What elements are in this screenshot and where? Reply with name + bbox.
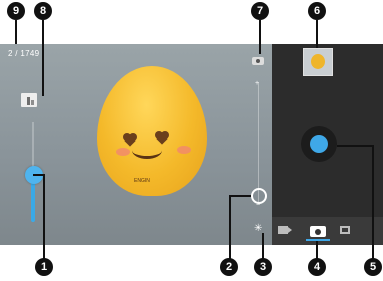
- callout-1: 1: [35, 258, 53, 276]
- shutter-button[interactable]: [301, 126, 337, 162]
- callout-2: 2: [220, 258, 238, 276]
- camera-screen: ENGIN 2 / 1749 + − ✳: [0, 44, 383, 245]
- smile-mouth: [132, 142, 162, 159]
- camera-mode-icon[interactable]: [306, 223, 330, 241]
- callout-line-9: [15, 20, 17, 44]
- callout-line-6: [316, 20, 318, 48]
- callout-8: 8: [34, 2, 52, 20]
- callout-line-1h: [33, 174, 45, 176]
- exposure-icon[interactable]: [21, 93, 37, 107]
- callout-line-1: [43, 174, 45, 260]
- heart-eye-right: [155, 131, 169, 145]
- panorama-mode-icon[interactable]: [340, 226, 350, 234]
- callout-line-8: [42, 20, 44, 96]
- cheek-left: [116, 148, 130, 156]
- callout-line-5h: [337, 145, 374, 147]
- mode-bar: [272, 217, 383, 245]
- callout-line-7: [259, 20, 261, 54]
- callout-line-2h: [229, 195, 251, 197]
- callout-5: 5: [364, 258, 382, 276]
- photo-counter: 2 / 1749: [8, 49, 40, 58]
- callout-6: 6: [308, 2, 326, 20]
- callout-7: 7: [251, 2, 269, 20]
- callout-9: 9: [7, 2, 25, 20]
- callout-3: 3: [254, 258, 272, 276]
- zoom-slider-track[interactable]: [258, 82, 259, 204]
- viewfinder[interactable]: ENGIN 2 / 1749 + − ✳: [0, 44, 272, 245]
- callout-line-5: [372, 145, 374, 260]
- cheek-right: [177, 146, 191, 154]
- callout-line-2: [229, 195, 231, 260]
- zoom-minus-label: −: [256, 202, 261, 209]
- callout-line-3: [262, 233, 264, 260]
- shutter-button-core[interactable]: [310, 135, 328, 153]
- last-photo-thumbnail[interactable]: [303, 48, 333, 76]
- video-mode-icon[interactable]: [278, 226, 292, 234]
- switch-camera-icon[interactable]: [251, 54, 265, 66]
- egg-caption: ENGIN: [134, 178, 150, 184]
- subject-egg-figure: [97, 66, 207, 196]
- callout-4: 4: [308, 258, 326, 276]
